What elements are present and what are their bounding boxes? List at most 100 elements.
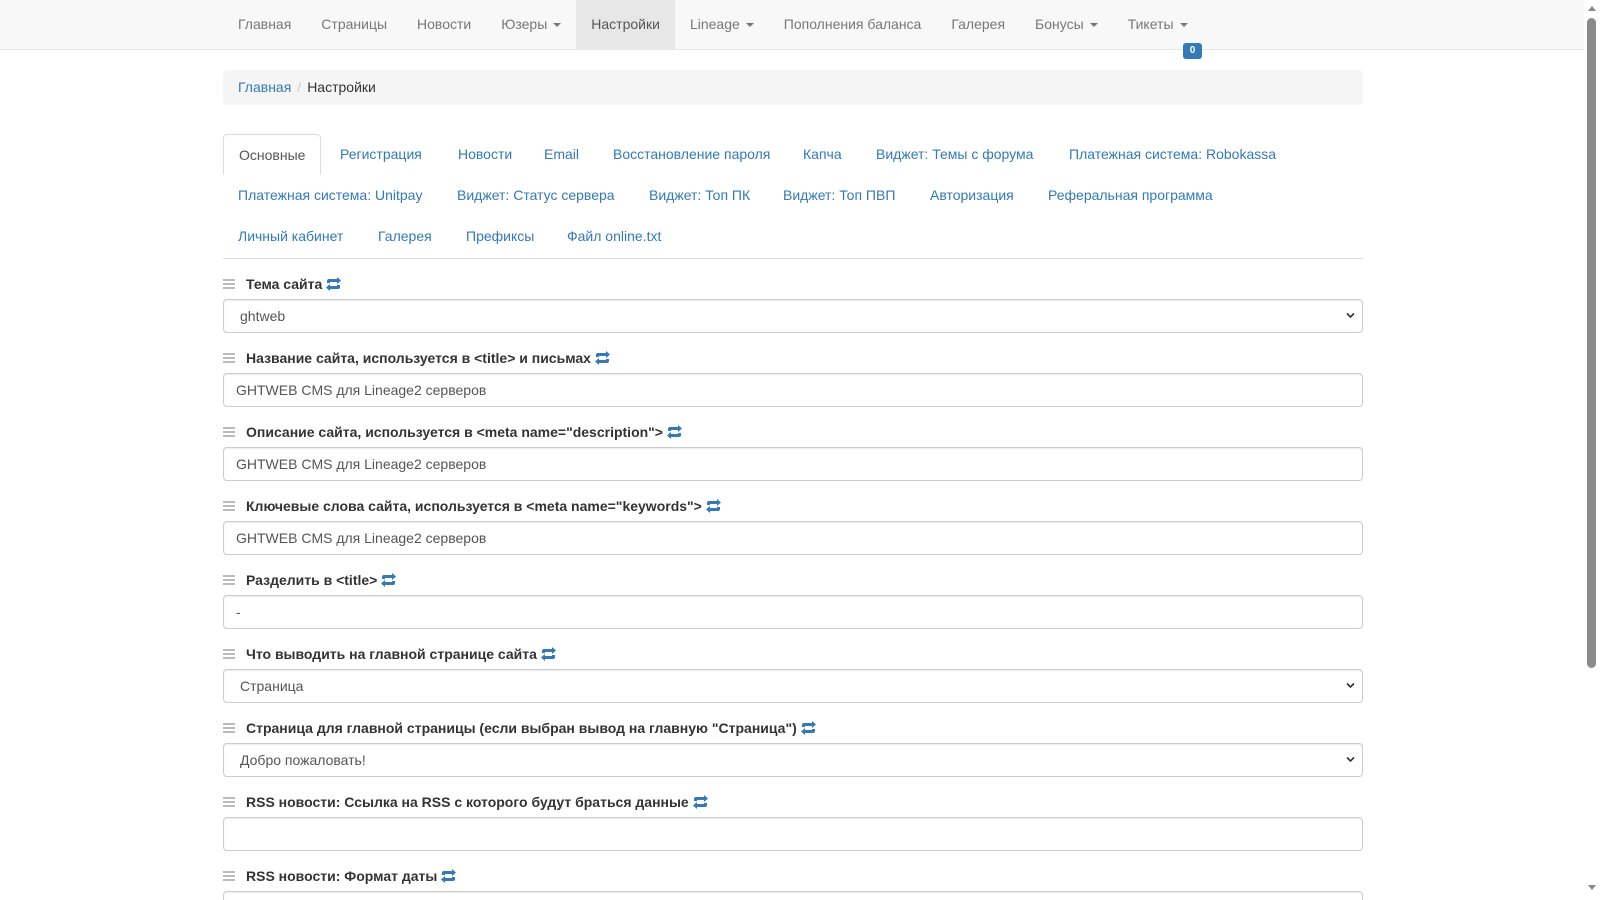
tab-authorization[interactable]: Авторизация: [915, 175, 1029, 216]
input-value: GHTWEB CMS для Lineage2 серверов: [236, 382, 487, 398]
tab-gallery[interactable]: Галерея: [363, 216, 447, 257]
tab-online-txt-file[interactable]: Файл online.txt: [552, 216, 676, 257]
refresh-icon[interactable]: [540, 647, 557, 661]
scroll-up-arrow-icon[interactable]: [1588, 6, 1596, 11]
title-separator-input[interactable]: -: [223, 595, 1363, 629]
drag-handle-icon[interactable]: [223, 279, 235, 289]
drag-handle-icon[interactable]: [223, 501, 235, 511]
tab-widget-top-pk[interactable]: Виджет: Топ ПК: [634, 175, 765, 216]
field-label-text: Страница для главной страницы (если выбр…: [246, 720, 797, 736]
tab-general[interactable]: Основные: [223, 134, 322, 175]
drag-handle-icon[interactable]: [223, 427, 235, 437]
nav-item-settings[interactable]: Настройки: [576, 0, 675, 49]
field-label-homepage-page: Страница для главной страницы (если выбр…: [223, 718, 817, 738]
breadcrumb-home-link[interactable]: Главная: [238, 79, 291, 95]
caret-down-icon: [745, 23, 754, 28]
nav-item-tickets[interactable]: Тикеты: [1113, 0, 1203, 49]
refresh-icon[interactable]: [440, 869, 457, 883]
input-value: GHTWEB CMS для Lineage2 серверов: [236, 456, 487, 472]
nav-item-gallery[interactable]: Галерея: [936, 0, 1020, 49]
refresh-icon[interactable]: [800, 721, 817, 735]
drag-handle-icon[interactable]: [223, 649, 235, 659]
drag-handle-icon[interactable]: [223, 575, 235, 585]
homepage-content-select[interactable]: Страница: [223, 669, 1363, 703]
caret-down-icon: [1179, 23, 1188, 28]
field-label-site-keywords: Ключевые слова сайта, используется в <me…: [223, 496, 722, 516]
chevron-down-icon: [1346, 756, 1355, 763]
tab-news[interactable]: Новости: [443, 134, 527, 175]
nav-item-label: Настройки: [591, 16, 660, 32]
drag-handle-icon[interactable]: [223, 797, 235, 807]
field-label-text: Что выводить на главной странице сайта: [246, 646, 537, 662]
field-label-text: Тема сайта: [246, 276, 323, 292]
chevron-down-icon: [1346, 682, 1355, 689]
tab-payment-robokassa[interactable]: Платежная система: Robokassa: [1054, 134, 1291, 175]
drag-handle-icon[interactable]: [223, 353, 235, 363]
tab-referral-program[interactable]: Реферальная программа: [1033, 175, 1228, 216]
tab-email[interactable]: Email: [529, 134, 594, 175]
caret-down-icon: [553, 23, 562, 28]
refresh-icon[interactable]: [692, 795, 709, 809]
field-label-text: RSS новости: Формат даты: [246, 868, 438, 884]
field-label-text: Ключевые слова сайта, используется в <me…: [246, 498, 702, 514]
tab-registration[interactable]: Регистрация: [325, 134, 437, 175]
tab-widget-server-status[interactable]: Виджет: Статус сервера: [442, 175, 630, 216]
scroll-down-arrow-icon[interactable]: [1588, 885, 1596, 890]
nav-item-label: Юзеры: [501, 16, 548, 32]
nav-item-bonuses[interactable]: Бонусы: [1020, 0, 1113, 49]
site-theme-select[interactable]: ghtweb: [223, 299, 1363, 333]
refresh-icon[interactable]: [705, 499, 722, 513]
top-navbar: Главная Страницы Новости Юзеры Настройки…: [0, 0, 1584, 50]
input-value: GHTWEB CMS для Lineage2 серверов: [236, 530, 487, 546]
nav-item-home[interactable]: Главная: [223, 0, 306, 49]
tab-prefixes[interactable]: Префиксы: [451, 216, 549, 257]
tab-widget-forum-topics[interactable]: Виджет: Темы с форума: [861, 134, 1048, 175]
tab-captcha[interactable]: Капча: [788, 134, 857, 175]
nav-item-pages[interactable]: Страницы: [306, 0, 402, 49]
nav-item-news[interactable]: Новости: [402, 0, 486, 49]
refresh-icon[interactable]: [594, 351, 611, 365]
drag-handle-icon[interactable]: [223, 871, 235, 881]
chevron-down-icon: [1346, 312, 1355, 319]
select-value: ghtweb: [240, 308, 286, 324]
rss-date-format-input[interactable]: [223, 891, 1363, 900]
nav-item-label: Галерея: [951, 16, 1006, 32]
homepage-page-select[interactable]: Добро пожаловать!: [223, 743, 1363, 777]
select-value: Добро пожаловать!: [240, 752, 366, 768]
refresh-icon[interactable]: [325, 277, 342, 291]
rss-url-input[interactable]: [223, 817, 1363, 851]
site-name-input[interactable]: GHTWEB CMS для Lineage2 серверов: [223, 373, 1363, 407]
breadcrumb-current: Настройки: [307, 79, 376, 95]
select-value: Страница: [240, 678, 304, 694]
tab-widget-top-pvp[interactable]: Виджет: Топ ПВП: [768, 175, 910, 216]
caret-down-icon: [1089, 23, 1098, 28]
tab-personal-cabinet[interactable]: Личный кабинет: [223, 216, 358, 257]
nav-item-users[interactable]: Юзеры: [486, 0, 576, 49]
nav-menu: Главная Страницы Новости Юзеры Настройки…: [223, 0, 1203, 49]
refresh-icon[interactable]: [380, 573, 397, 587]
site-description-input[interactable]: GHTWEB CMS для Lineage2 серверов: [223, 447, 1363, 481]
field-label-text: RSS новости: Ссылка на RSS с которого бу…: [246, 794, 689, 810]
tickets-count-badge: 0: [1183, 43, 1202, 59]
nav-item-label: Lineage: [689, 16, 740, 32]
tab-payment-unitpay[interactable]: Платежная система: Unitpay: [223, 175, 437, 216]
site-keywords-input[interactable]: GHTWEB CMS для Lineage2 серверов: [223, 521, 1363, 555]
field-label-title-separator: Разделить в <title>: [223, 570, 397, 590]
drag-handle-icon[interactable]: [223, 723, 235, 733]
page-scrollbar[interactable]: [1584, 0, 1600, 900]
tab-password-recovery[interactable]: Восстановление пароля: [598, 134, 785, 175]
nav-item-lineage[interactable]: Lineage: [675, 0, 769, 49]
nav-item-label: Пополнения баланса: [783, 16, 922, 32]
nav-item-balance[interactable]: Пополнения баланса: [769, 0, 937, 49]
refresh-icon[interactable]: [666, 425, 683, 439]
nav-item-label: Новости: [417, 16, 472, 32]
field-label-text: Описание сайта, используется в <meta nam…: [246, 424, 663, 440]
nav-item-label: Главная: [238, 16, 292, 32]
field-label-rss-url: RSS новости: Ссылка на RSS с которого бу…: [223, 792, 709, 812]
field-label-text: Название сайта, используется в <title> и…: [246, 350, 591, 366]
scrollbar-thumb[interactable]: [1587, 18, 1596, 668]
nav-item-label: Тикеты: [1127, 16, 1174, 32]
settings-tabs: Основные Регистрация Новости Email Восст…: [223, 134, 1363, 259]
field-label-text: Разделить в <title>: [246, 572, 378, 588]
input-value: -: [236, 604, 241, 620]
